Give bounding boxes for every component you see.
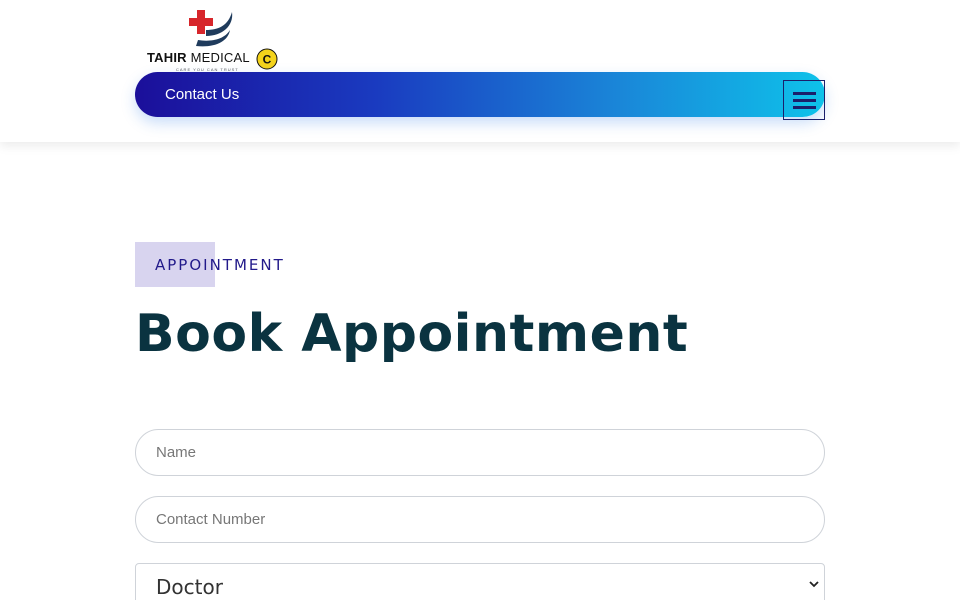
site-logo[interactable]: TAHIR MEDICAL C CARE YOU CAN TRUST	[144, 6, 280, 72]
section-tag: APPOINTMENT	[155, 256, 285, 274]
logo-mark-icon	[189, 10, 233, 47]
main-nav-bar: Contact Us	[135, 72, 825, 120]
chevron-down-icon	[809, 581, 819, 588]
site-header: TAHIR MEDICAL C CARE YOU CAN TRUST Conta…	[0, 0, 960, 142]
menu-toggle-button[interactable]	[783, 80, 825, 120]
nav-contact-us-link[interactable]: Contact Us	[165, 86, 239, 103]
hamburger-menu-icon	[793, 99, 816, 102]
logo-badge-icon: C	[256, 48, 278, 70]
hamburger-menu-icon	[793, 92, 816, 95]
doctor-select[interactable]: Doctor	[135, 563, 825, 600]
svg-text:C: C	[263, 53, 272, 67]
name-input[interactable]	[135, 429, 825, 476]
logo-wordmark: TAHIR MEDICAL	[147, 50, 250, 65]
page-title: Book Appointment	[135, 304, 689, 364]
hamburger-menu-icon	[793, 106, 816, 109]
contact-number-input[interactable]	[135, 496, 825, 543]
